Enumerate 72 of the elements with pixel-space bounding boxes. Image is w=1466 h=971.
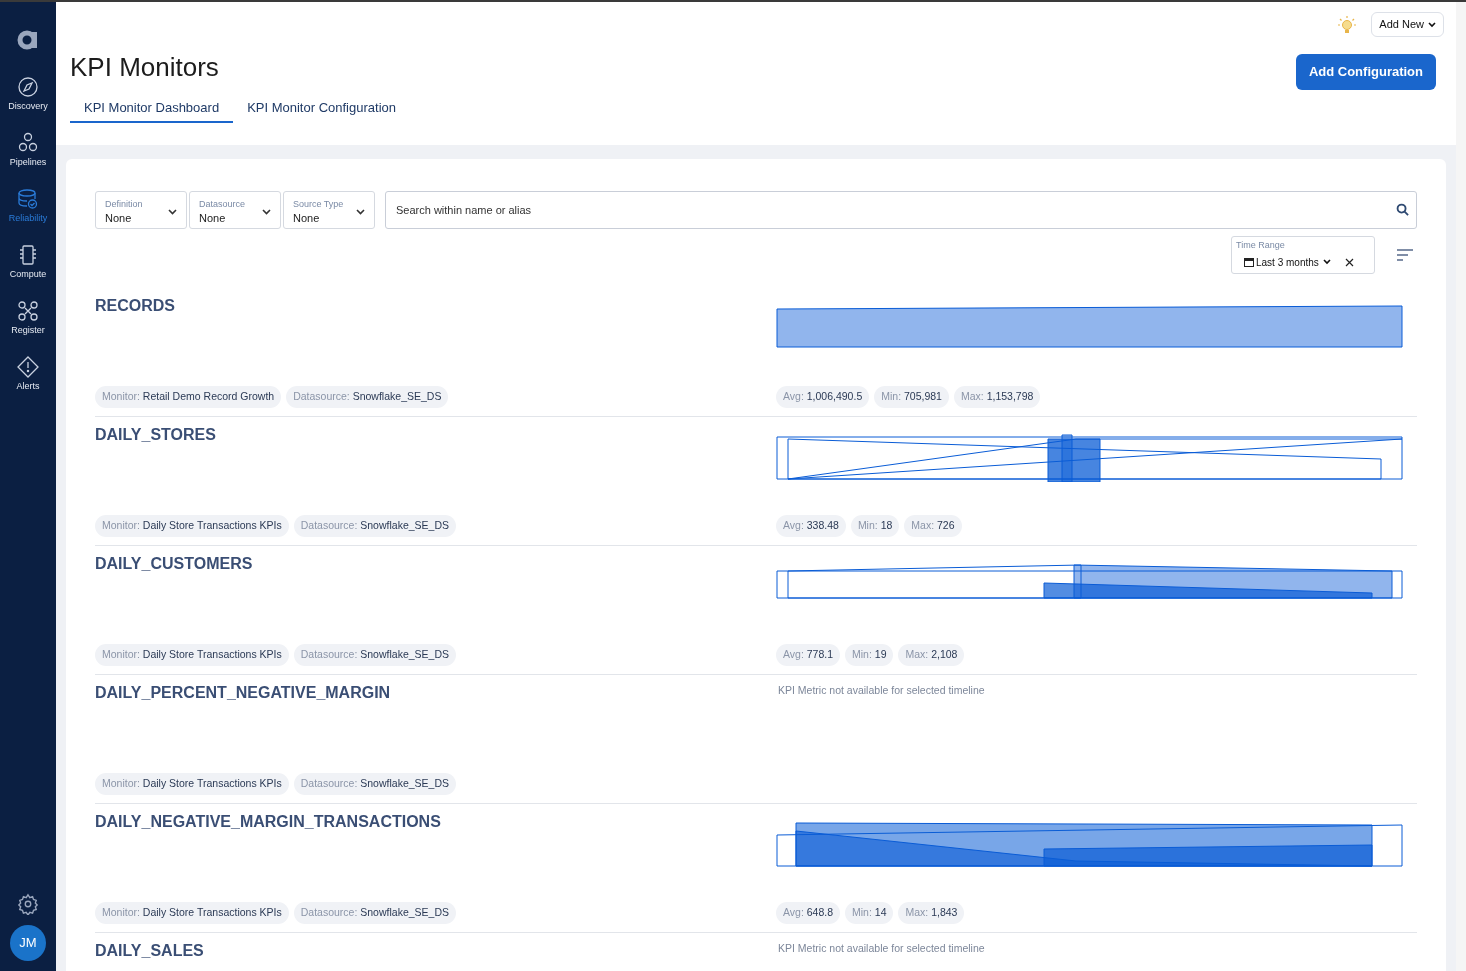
datasource-tag: Datasource: Snowflake_SE_DS <box>293 515 456 537</box>
field-label: Datasource <box>199 198 247 210</box>
stat-tag: Min: 18 <box>850 515 900 537</box>
datasource-tag: Datasource: Snowflake_SE_DS <box>293 644 456 666</box>
sidebar-nav-item[interactable]: Reliability <box>0 188 56 224</box>
settings-icon[interactable] <box>17 893 39 915</box>
tab[interactable]: KPI Monitor Configuration <box>233 95 410 123</box>
field-value: None <box>199 211 227 226</box>
monitor-tag: Monitor: Daily Store Transactions KPIs <box>95 644 289 666</box>
field-label: Source Type <box>293 198 345 210</box>
datasource-tag: Datasource: Snowflake_SE_DS <box>293 902 456 924</box>
stat-tag: Min: 705,981 <box>874 386 949 408</box>
stat-tag: Avg: 338.48 <box>776 515 846 537</box>
monitor-tag: Monitor: Daily Store Transactions KPIs <box>95 773 289 795</box>
compass-icon <box>17 76 39 98</box>
monitor-tag: Monitor: Daily Store Transactions KPIs <box>95 902 289 924</box>
nodes-icon <box>17 132 39 154</box>
time-range-value: Last 3 months <box>1256 255 1319 270</box>
stat-tag: Max: 1,843 <box>898 902 965 924</box>
stat-tag: Min: 14 <box>845 902 894 924</box>
stat-tag: Avg: 1,006,490.5 <box>776 386 870 408</box>
field-label: Definition <box>105 198 144 210</box>
stat-tag: Min: 19 <box>845 644 894 666</box>
logo-icon <box>17 28 39 50</box>
field-label: Time Range <box>1236 239 1286 252</box>
monitor-title: DAILY_PERCENT_NEGATIVE_MARGIN <box>95 683 392 703</box>
chevron-down-icon <box>1322 259 1331 265</box>
user-avatar[interactable]: JM <box>10 925 46 961</box>
chip-icon <box>17 244 39 266</box>
sidebar-nav-item[interactable]: Compute <box>0 244 56 280</box>
dropdown-field[interactable]: Source Type None <box>283 191 375 229</box>
add-new-button[interactable]: Add New <box>1371 12 1444 37</box>
field-value: None <box>293 211 321 226</box>
monitor-tag: Monitor: Retail Demo Record Growth <box>95 386 282 408</box>
stat-tag: Avg: 778.1 <box>776 644 841 666</box>
monitor-tag: Monitor: Daily Store Transactions KPIs <box>95 515 289 537</box>
stat-tag: Max: 1,153,798 <box>953 386 1041 408</box>
stat-tag: Avg: 648.8 <box>776 902 841 924</box>
chevron-down-icon <box>168 209 177 215</box>
empty-message: KPI Metric not available for selected timeline <box>777 683 986 698</box>
sort-icon[interactable] <box>1397 249 1413 261</box>
sidebar-nav-item[interactable]: Register <box>0 300 56 336</box>
monitor-title: DAILY_NEGATIVE_MARGIN_TRANSACTIONS <box>95 812 442 832</box>
calendar-icon <box>1244 257 1254 267</box>
sidebar-nav-item[interactable]: Discovery <box>0 76 56 112</box>
dropdown-field[interactable]: Definition None <box>95 191 187 229</box>
close-icon[interactable] <box>1344 257 1354 267</box>
time-range-field[interactable]: Time Range Last 3 months <box>1231 236 1375 274</box>
search-icon[interactable] <box>1396 203 1409 216</box>
tab[interactable]: KPI Monitor Dashboard <box>70 95 234 123</box>
page-title: KPI Monitors <box>70 52 219 82</box>
stat-tag: Max: 2,108 <box>898 644 965 666</box>
monitor-title: DAILY_CUSTOMERS <box>95 554 254 574</box>
chevron-down-icon <box>356 209 365 215</box>
add-configuration-button[interactable]: Add Configuration <box>1295 54 1436 90</box>
stat-tag: Max: 726 <box>904 515 962 537</box>
monitor-title: DAILY_SALES <box>95 941 205 961</box>
alert-icon <box>17 356 39 378</box>
datasource-tag: Datasource: Snowflake_SE_DS <box>286 386 449 408</box>
network-icon <box>17 300 39 322</box>
chevron-down-icon <box>262 209 271 215</box>
dropdown-field[interactable]: Datasource None <box>189 191 281 229</box>
sidebar-nav-item[interactable]: Alerts <box>0 356 56 392</box>
datasource-tag: Datasource: Snowflake_SE_DS <box>293 773 456 795</box>
search-field[interactable]: Search within name or alias <box>385 191 1417 229</box>
database-check-icon <box>17 188 39 210</box>
monitor-title: DAILY_STORES <box>95 425 217 445</box>
monitor-title: RECORDS <box>95 296 176 316</box>
field-value: None <box>105 211 133 226</box>
chevron-down-icon <box>1428 21 1436 28</box>
sidebar-nav-item[interactable]: Pipelines <box>0 132 56 168</box>
empty-message: KPI Metric not available for selected timeline <box>777 941 986 956</box>
